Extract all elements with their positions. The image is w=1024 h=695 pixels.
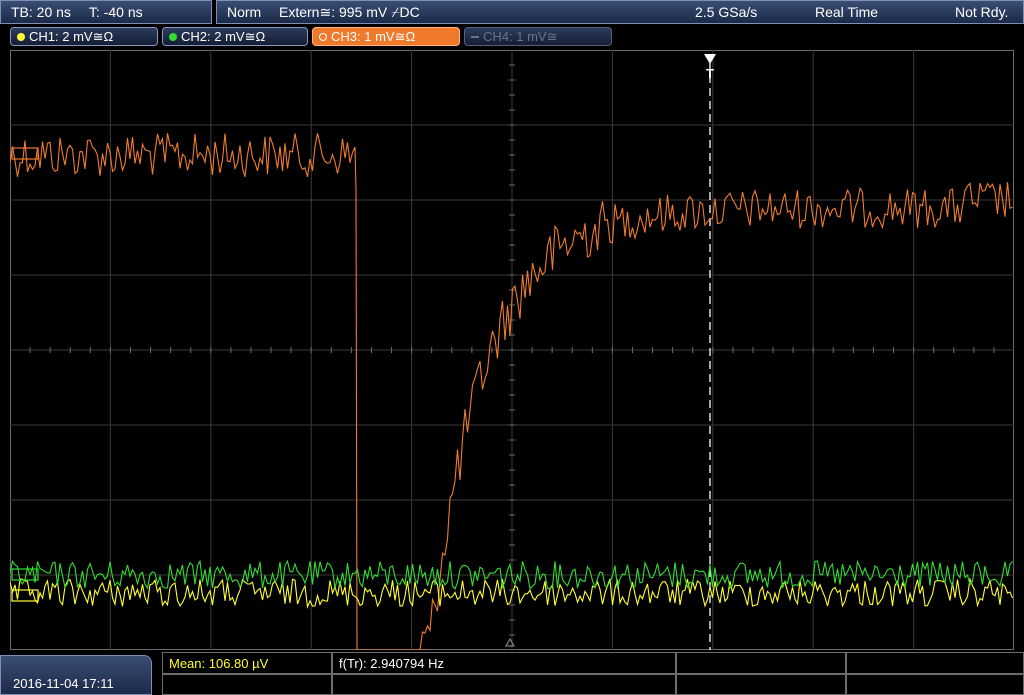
trigger-status-panel[interactable]: Norm Extern≅: 995 mV ⌿DC 2.5 GSa/s Real … [216, 0, 1024, 24]
channel-2-label: CH2: 2 mV≅Ω [181, 29, 266, 44]
channel-2-dot-icon [169, 33, 177, 41]
frequency-readout: f(Tr): 2.940794 Hz [339, 656, 445, 671]
waveform-display[interactable]: T [10, 50, 1014, 650]
channel-3-dot-icon [319, 33, 327, 41]
timebase-readout: TB: 20 ns [11, 4, 71, 20]
datetime-panel: 2016-11-04 17:11 [0, 655, 152, 695]
trigger-time-readout: T: -40 ns [88, 4, 143, 20]
channel-bar: CH1: 2 mV≅Ω CH2: 2 mV≅Ω CH3: 1 mV≅Ω CH4:… [0, 26, 1024, 48]
measurement-cell-empty-4[interactable] [332, 674, 676, 695]
measurement-cell-mean[interactable]: Mean: 106.80 µV [162, 652, 332, 674]
trigger-source: Extern≅: 995 mV ⌿DC [279, 4, 420, 20]
acquisition-type: Real Time [815, 4, 879, 20]
channel-3-label: CH3: 1 mV≅Ω [331, 29, 416, 44]
mean-readout: Mean: 106.80 µV [169, 656, 269, 671]
measurement-panel[interactable]: Mean: 106.80 µV f(Tr): 2.940794 Hz [162, 652, 1024, 695]
channel-1-dot-icon [17, 33, 25, 41]
channel-1-label: CH1: 2 mV≅Ω [29, 29, 114, 44]
sample-rate: 2.5 GSa/s [695, 4, 758, 20]
channel-2-button[interactable]: CH2: 2 mV≅Ω [162, 27, 308, 46]
channel-1-button[interactable]: CH1: 2 mV≅Ω [10, 27, 158, 46]
measurement-cell-empty-5[interactable] [676, 674, 846, 695]
channel-4-dash-icon [471, 36, 479, 38]
measurement-cell-empty-1[interactable] [676, 652, 846, 674]
trigger-state: Not Rdy. [955, 4, 1009, 20]
acquisition-mode: Norm [227, 4, 262, 20]
datetime-readout: 2016-11-04 17:11 [13, 676, 114, 691]
channel-4-button[interactable]: CH4: 1 mV≅ [464, 27, 612, 46]
measurement-cell-frequency[interactable]: f(Tr): 2.940794 Hz [332, 652, 676, 674]
measurement-cell-empty-2[interactable] [846, 652, 1024, 674]
trigger-marker-label: T [706, 66, 714, 81]
timebase-panel[interactable]: TB: 20 ns T: -40 ns [0, 0, 212, 24]
channel-4-label: CH4: 1 mV≅ [483, 29, 558, 44]
measurement-cell-empty-6[interactable] [846, 674, 1024, 695]
measurement-cell-empty-3[interactable] [162, 674, 332, 695]
channel-3-button[interactable]: CH3: 1 mV≅Ω [312, 27, 460, 46]
